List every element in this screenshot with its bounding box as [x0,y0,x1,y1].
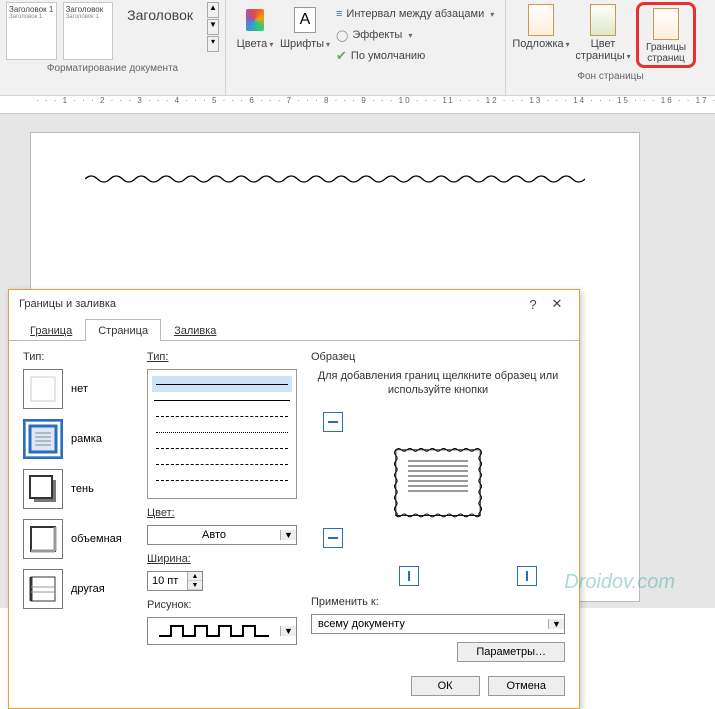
preview-instructions: Для добавления границ щелкните образец и… [311,369,565,398]
effects-button[interactable]: ◯ Эффекты▾ [332,25,498,45]
chevron-down-icon: ▼ [280,530,296,540]
chevron-down-icon: ▼ [280,626,296,636]
tab-border[interactable]: Граница [17,319,85,341]
chevron-down-icon: ▼ [548,619,564,629]
dialog-title: Границы и заливка [19,298,116,310]
fonts-button[interactable]: A Шрифты▾ [282,2,328,50]
dialog-tabs: Граница Страница Заливка [9,318,579,341]
setting-3d[interactable]: объемная [23,519,133,559]
color-label: Цвет: [147,507,297,519]
color-combo[interactable]: Авто ▼ [147,525,297,545]
cancel-button[interactable]: Отмена [488,676,565,696]
preview-page[interactable] [390,444,486,520]
gallery-up-button[interactable]: ▲ [207,2,219,18]
document-area: Границы и заливка ? ✕ Граница Страница З… [0,114,715,608]
applyto-combo[interactable]: всему документу ▼ [311,614,565,634]
fonts-icon: A [294,7,316,33]
group-label-formatting: Форматирование документа [6,60,219,76]
preview-toggle-right[interactable] [517,566,537,586]
width-label: Ширина: [147,553,297,565]
group-label-page-background: Фон страницы [512,68,709,84]
preview-toggle-left[interactable] [323,528,343,548]
page-borders-button[interactable]: Границы страниц [640,6,692,64]
applyto-label: Применить к: [311,596,565,608]
gallery-more-button[interactable]: ▾ [207,36,219,52]
watermark-button[interactable]: Подложка▾ [512,2,570,50]
art-pattern-icon [148,622,280,640]
default-icon: ✔ [336,48,347,64]
setting-box[interactable]: рамка [23,419,133,459]
style-gallery-item-2[interactable]: Заголовок Заголовок 1 [63,2,114,60]
help-button[interactable]: ? [521,297,545,312]
page-borders-icon [653,8,679,40]
borders-and-shading-dialog: Границы и заливка ? ✕ Граница Страница З… [8,289,580,709]
spacing-icon: ≡ [336,8,342,20]
setting-custom[interactable]: другая [23,569,133,609]
style-gallery-item-1[interactable]: Заголовок 1 Заголовок 1 [6,2,57,60]
colors-button[interactable]: Цвета▾ [232,2,278,50]
style-gallery-item-3[interactable]: Заголовок [119,2,201,29]
gallery-down-button[interactable]: ▼ [207,19,219,35]
spin-down[interactable]: ▼ [188,581,202,590]
spin-up[interactable]: ▲ [188,572,202,581]
highlighted-page-borders: Границы страниц [636,2,696,68]
setting-label: Тип: [23,351,133,363]
ok-button[interactable]: ОК [411,676,480,696]
ribbon: Заголовок 1 Заголовок 1 Заголовок Заголо… [0,0,715,96]
set-default-button[interactable]: ✔ По умолчанию [332,46,498,66]
options-button[interactable]: Параметры… [457,642,565,662]
setting-shadow[interactable]: тень [23,469,133,509]
watermark-icon [528,4,554,36]
preview-area [311,412,565,552]
line-style-list[interactable] [147,369,297,499]
page-color-icon [590,4,616,36]
art-label: Рисунок: [147,599,297,611]
colors-icon [246,9,264,31]
width-spinner[interactable]: 10 пт ▲▼ [147,571,203,591]
close-button[interactable]: ✕ [545,296,569,312]
tab-page[interactable]: Страница [85,319,161,341]
effects-icon: ◯ [336,29,348,42]
horizontal-ruler[interactable]: · · · 1 · · · 2 · · · 3 · · · 4 · · · 5 … [0,96,715,114]
art-combo[interactable]: ▼ [147,617,297,645]
paragraph-spacing-button[interactable]: ≡ Интервал между абзацами▾ [332,4,498,24]
page-color-button[interactable]: Цвет страницы▾ [574,2,632,62]
tab-fill[interactable]: Заливка [161,319,229,341]
style-label: Тип: [147,351,297,363]
setting-none[interactable]: нет [23,369,133,409]
preview-toggle-bottom[interactable] [399,566,419,586]
preview-toggle-top[interactable] [323,412,343,432]
preview-label: Образец [311,351,565,363]
